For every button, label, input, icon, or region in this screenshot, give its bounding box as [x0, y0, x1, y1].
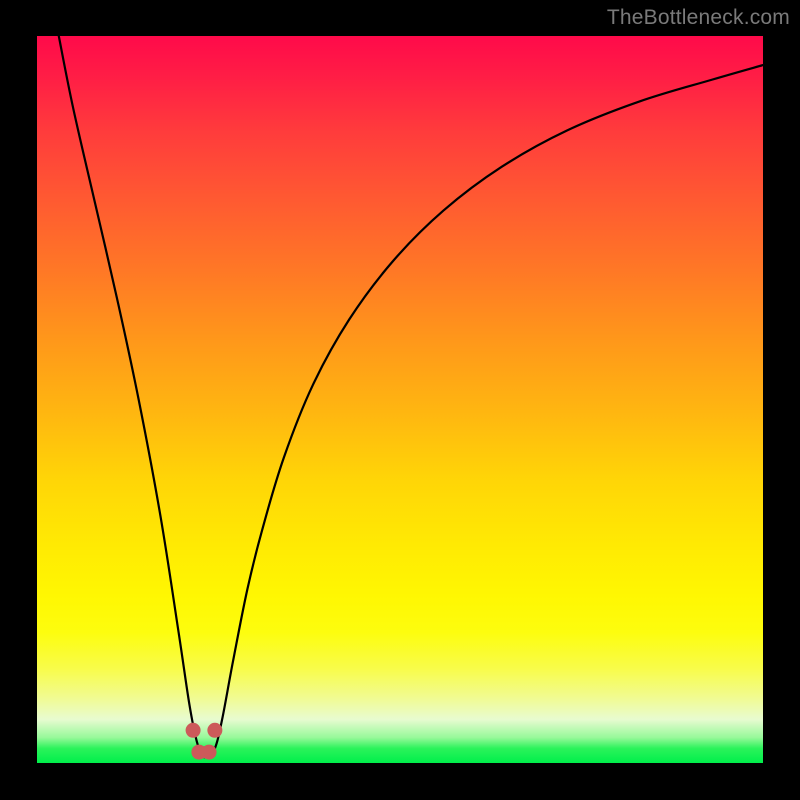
curve-layer	[37, 36, 763, 763]
min-marker	[207, 723, 222, 738]
bottleneck-curve	[59, 36, 763, 757]
min-marker	[186, 723, 201, 738]
plot-area	[37, 36, 763, 763]
chart-frame: TheBottleneck.com	[0, 0, 800, 800]
min-marker	[202, 745, 217, 760]
watermark-label: TheBottleneck.com	[607, 6, 790, 30]
